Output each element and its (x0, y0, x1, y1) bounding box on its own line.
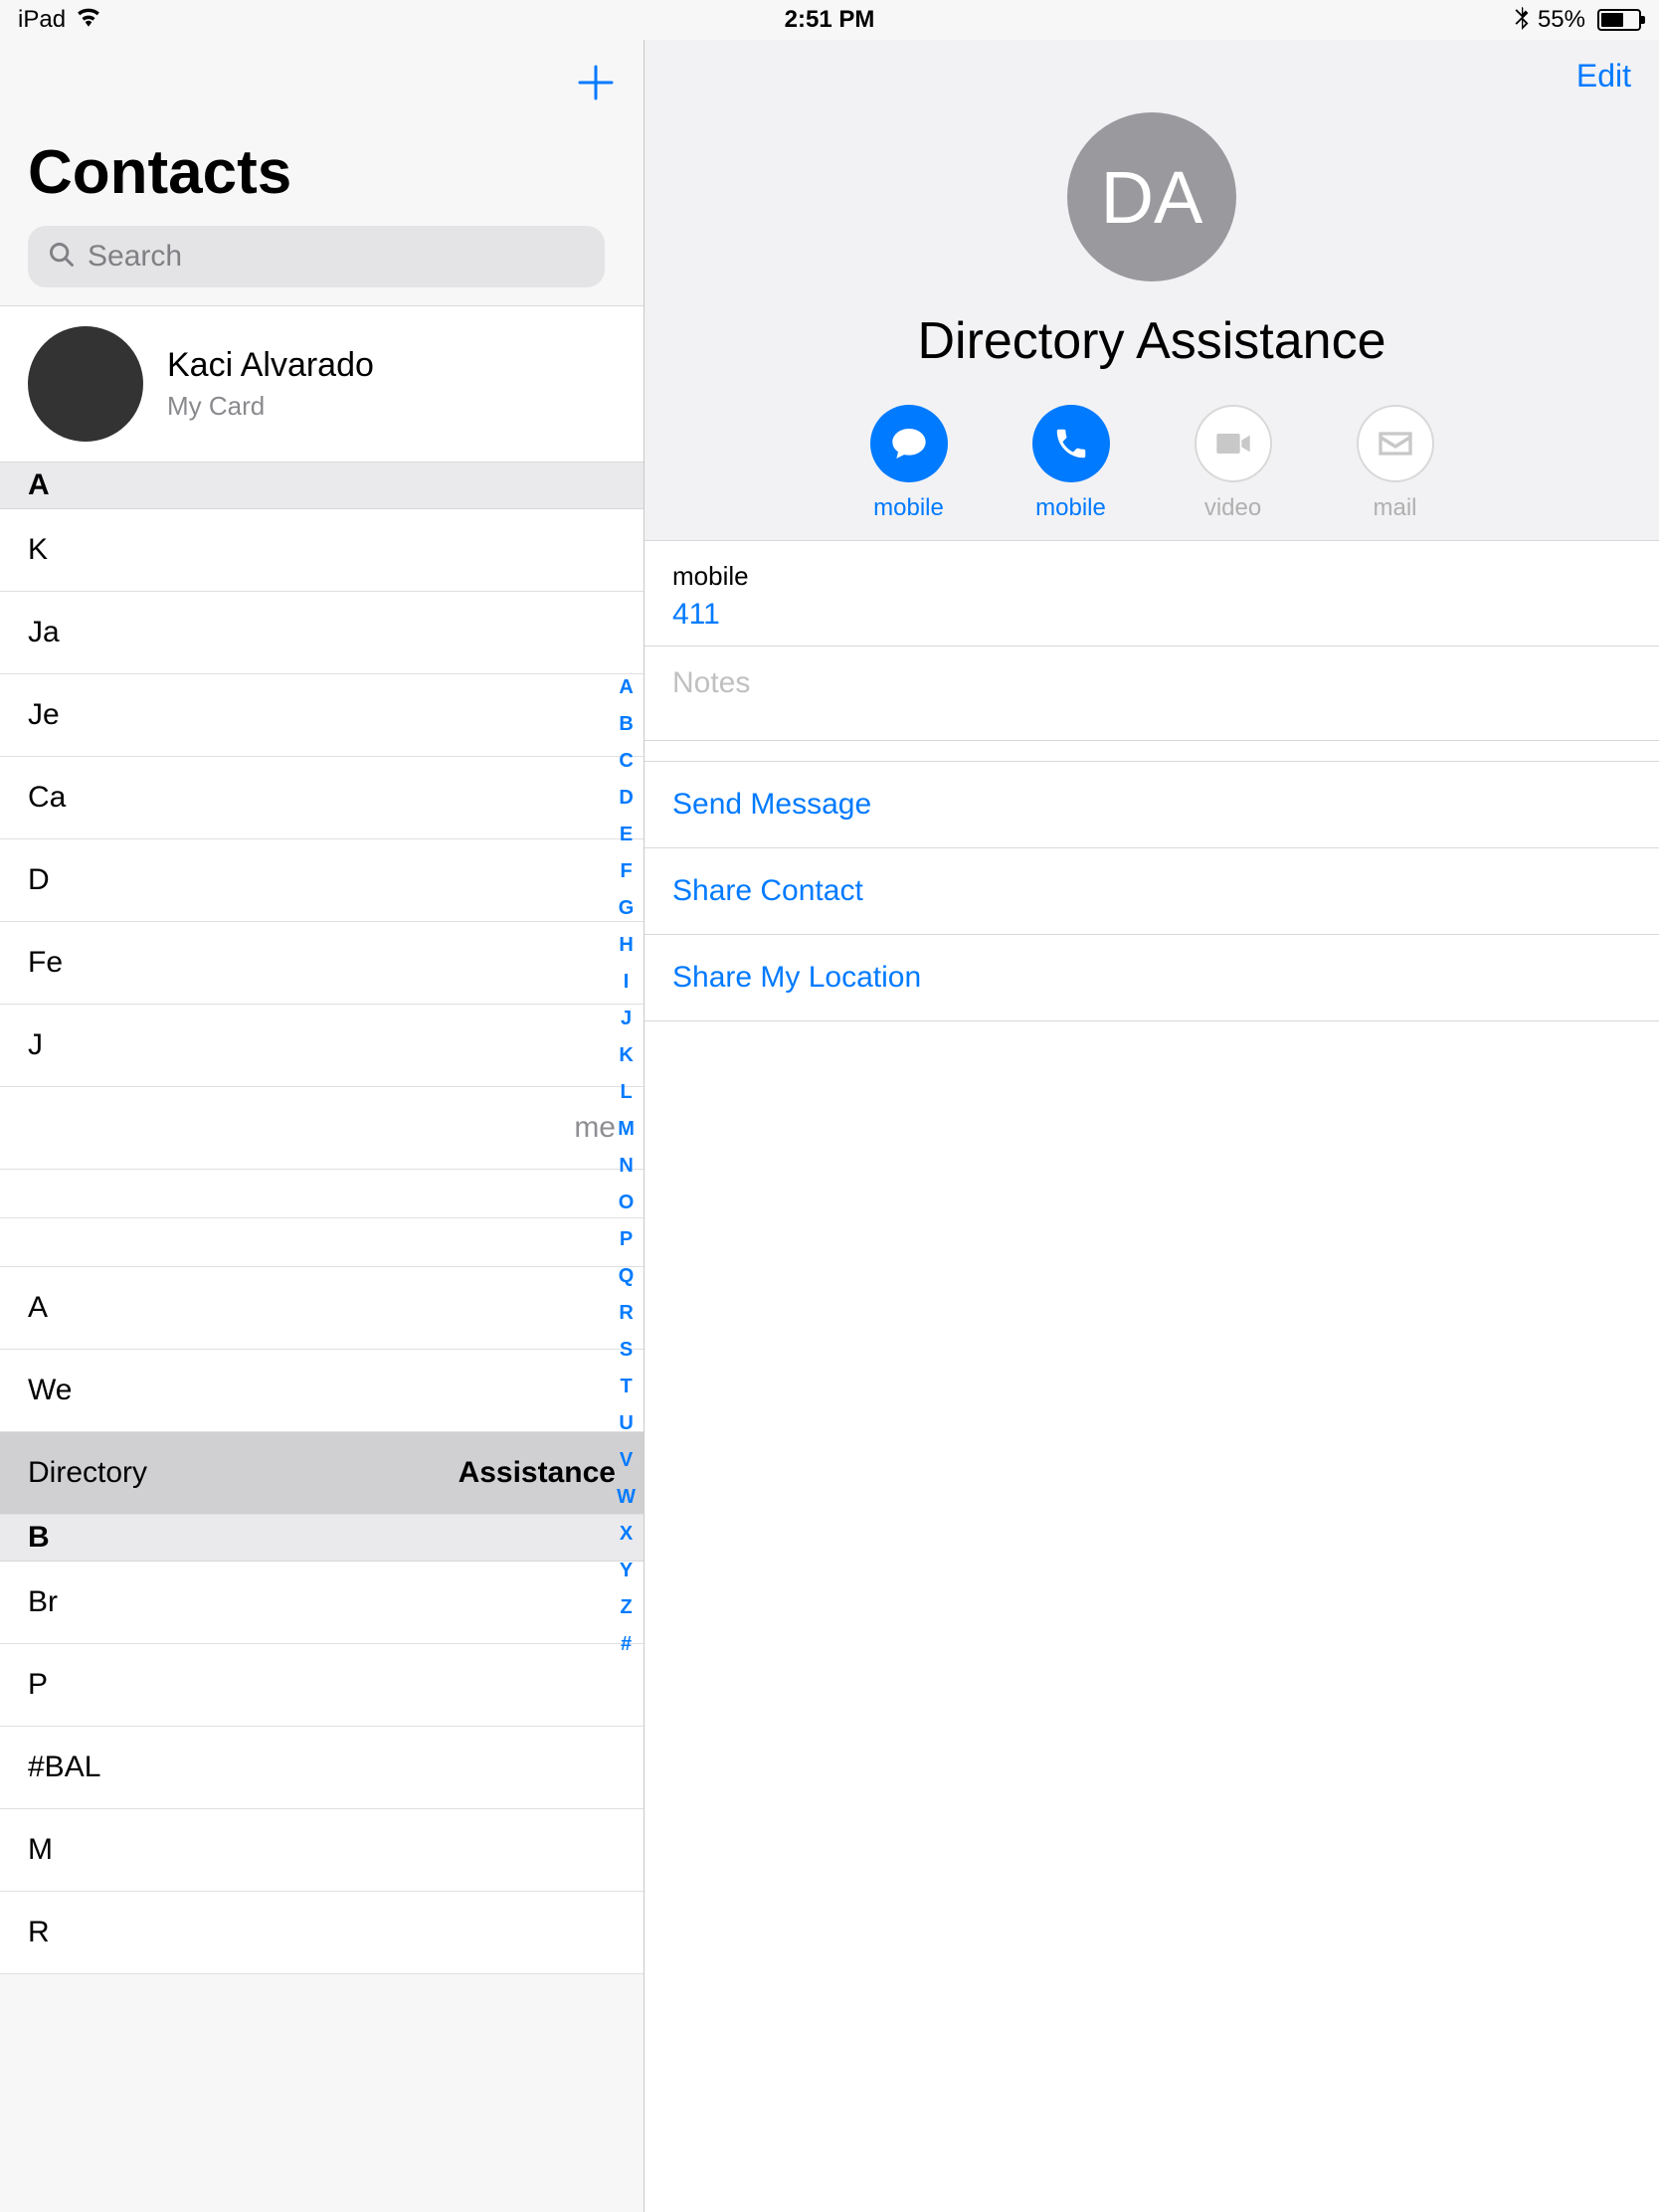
index-letter[interactable]: V (617, 1449, 636, 1472)
mail-label: mail (1373, 494, 1416, 522)
mail-button: mail (1357, 405, 1434, 522)
contact-row[interactable]: me (0, 1087, 644, 1170)
contact-row[interactable]: K (0, 509, 644, 592)
index-letter[interactable]: C (617, 750, 636, 773)
contact-row[interactable]: Ca (0, 757, 644, 839)
action-link[interactable]: Send Message (645, 761, 1659, 848)
device-label: iPad (18, 6, 66, 34)
contact-row[interactable]: Directory Assistance (0, 1432, 644, 1515)
index-letter[interactable]: # (617, 1633, 636, 1656)
field-label: mobile (672, 561, 1631, 592)
index-letter[interactable]: W (617, 1486, 636, 1509)
alpha-index[interactable]: ABCDEFGHIJKLMNOPQRSTUVWXYZ # (617, 676, 636, 1656)
contact-row[interactable]: M (0, 1809, 644, 1892)
status-bar: iPad 2:51 PM 55% (0, 0, 1659, 40)
index-letter[interactable]: F (617, 860, 636, 883)
message-icon (870, 405, 948, 482)
section-header: A (0, 462, 644, 509)
video-button: video (1195, 405, 1272, 522)
index-letter[interactable]: Y (617, 1560, 636, 1582)
notes-field[interactable]: Notes (645, 646, 1659, 741)
message-button[interactable]: mobile (870, 405, 948, 522)
contact-avatar: DA (1067, 112, 1236, 281)
status-right: 55% (1100, 4, 1641, 37)
index-letter[interactable]: T (617, 1376, 636, 1398)
contact-row[interactable]: Ja (0, 592, 644, 674)
contacts-list[interactable]: AKJaJeCaDFeJmeAWeDirectory AssistanceBBr… (0, 462, 644, 2212)
action-link[interactable]: Share Contact (645, 847, 1659, 935)
call-button[interactable]: mobile (1032, 405, 1110, 522)
index-letter[interactable]: N (617, 1155, 636, 1178)
contact-detail: Edit DA Directory Assistance mobile mobi… (645, 40, 1659, 2212)
contact-row[interactable]: Br (0, 1562, 644, 1644)
field-value[interactable]: 411 (672, 598, 1631, 632)
action-link[interactable]: Share My Location (645, 934, 1659, 1021)
contact-row[interactable]: Fe (0, 922, 644, 1005)
phone-icon (1032, 405, 1110, 482)
contact-row[interactable]: A (0, 1267, 644, 1350)
contact-field[interactable]: mobile 411 (645, 541, 1659, 646)
index-letter[interactable]: S (617, 1339, 636, 1362)
search-icon (48, 241, 76, 274)
index-letter[interactable]: M (617, 1118, 636, 1141)
bluetooth-icon (1514, 4, 1530, 37)
index-letter[interactable]: G (617, 897, 636, 920)
section-header: B (0, 1515, 644, 1562)
index-letter[interactable]: Z (617, 1596, 636, 1619)
index-letter[interactable]: L (617, 1081, 636, 1104)
contact-name: Directory Assistance (645, 311, 1659, 371)
avatar (28, 326, 143, 442)
contacts-sidebar: Contacts Search Kaci Alvarado My Card AK… (0, 40, 645, 2212)
contact-row[interactable]: #BAL (0, 1727, 644, 1809)
add-contact-button[interactable] (576, 58, 616, 111)
edit-button[interactable]: Edit (1576, 58, 1631, 94)
index-letter[interactable]: J (617, 1008, 636, 1030)
my-card-sub: My Card (167, 391, 374, 422)
battery-percent: 55% (1538, 6, 1585, 34)
call-label: mobile (1035, 494, 1106, 522)
index-letter[interactable]: K (617, 1044, 636, 1067)
contact-row[interactable] (0, 1170, 644, 1218)
index-letter[interactable]: A (617, 676, 636, 699)
contact-row[interactable]: R (0, 1892, 644, 1974)
index-letter[interactable]: U (617, 1412, 636, 1435)
index-letter[interactable]: R (617, 1302, 636, 1325)
index-letter[interactable]: X (617, 1523, 636, 1546)
index-letter[interactable]: B (617, 713, 636, 736)
video-label: video (1204, 494, 1261, 522)
my-card-name: Kaci Alvarado (167, 346, 374, 385)
index-letter[interactable]: D (617, 787, 636, 810)
contact-row[interactable]: Je (0, 674, 644, 757)
my-card[interactable]: Kaci Alvarado My Card (0, 305, 644, 462)
wifi-icon (76, 6, 101, 34)
index-letter[interactable]: H (617, 934, 636, 957)
index-letter[interactable]: I (617, 971, 636, 994)
page-title: Contacts (28, 137, 616, 208)
contact-row[interactable]: D (0, 839, 644, 922)
contact-row[interactable]: We (0, 1350, 644, 1432)
index-letter[interactable]: E (617, 824, 636, 846)
search-placeholder: Search (88, 240, 182, 274)
index-letter[interactable]: O (617, 1192, 636, 1214)
video-icon (1195, 405, 1272, 482)
index-letter[interactable]: P (617, 1228, 636, 1251)
status-left: iPad (18, 6, 559, 34)
search-input[interactable]: Search (28, 226, 605, 287)
index-letter[interactable]: Q (617, 1265, 636, 1288)
contact-row[interactable]: P (0, 1644, 644, 1727)
mail-icon (1357, 405, 1434, 482)
battery-icon (1593, 9, 1641, 31)
contact-row[interactable] (0, 1218, 644, 1267)
status-time: 2:51 PM (559, 6, 1100, 34)
contact-row[interactable]: J (0, 1005, 644, 1087)
message-label: mobile (873, 494, 944, 522)
